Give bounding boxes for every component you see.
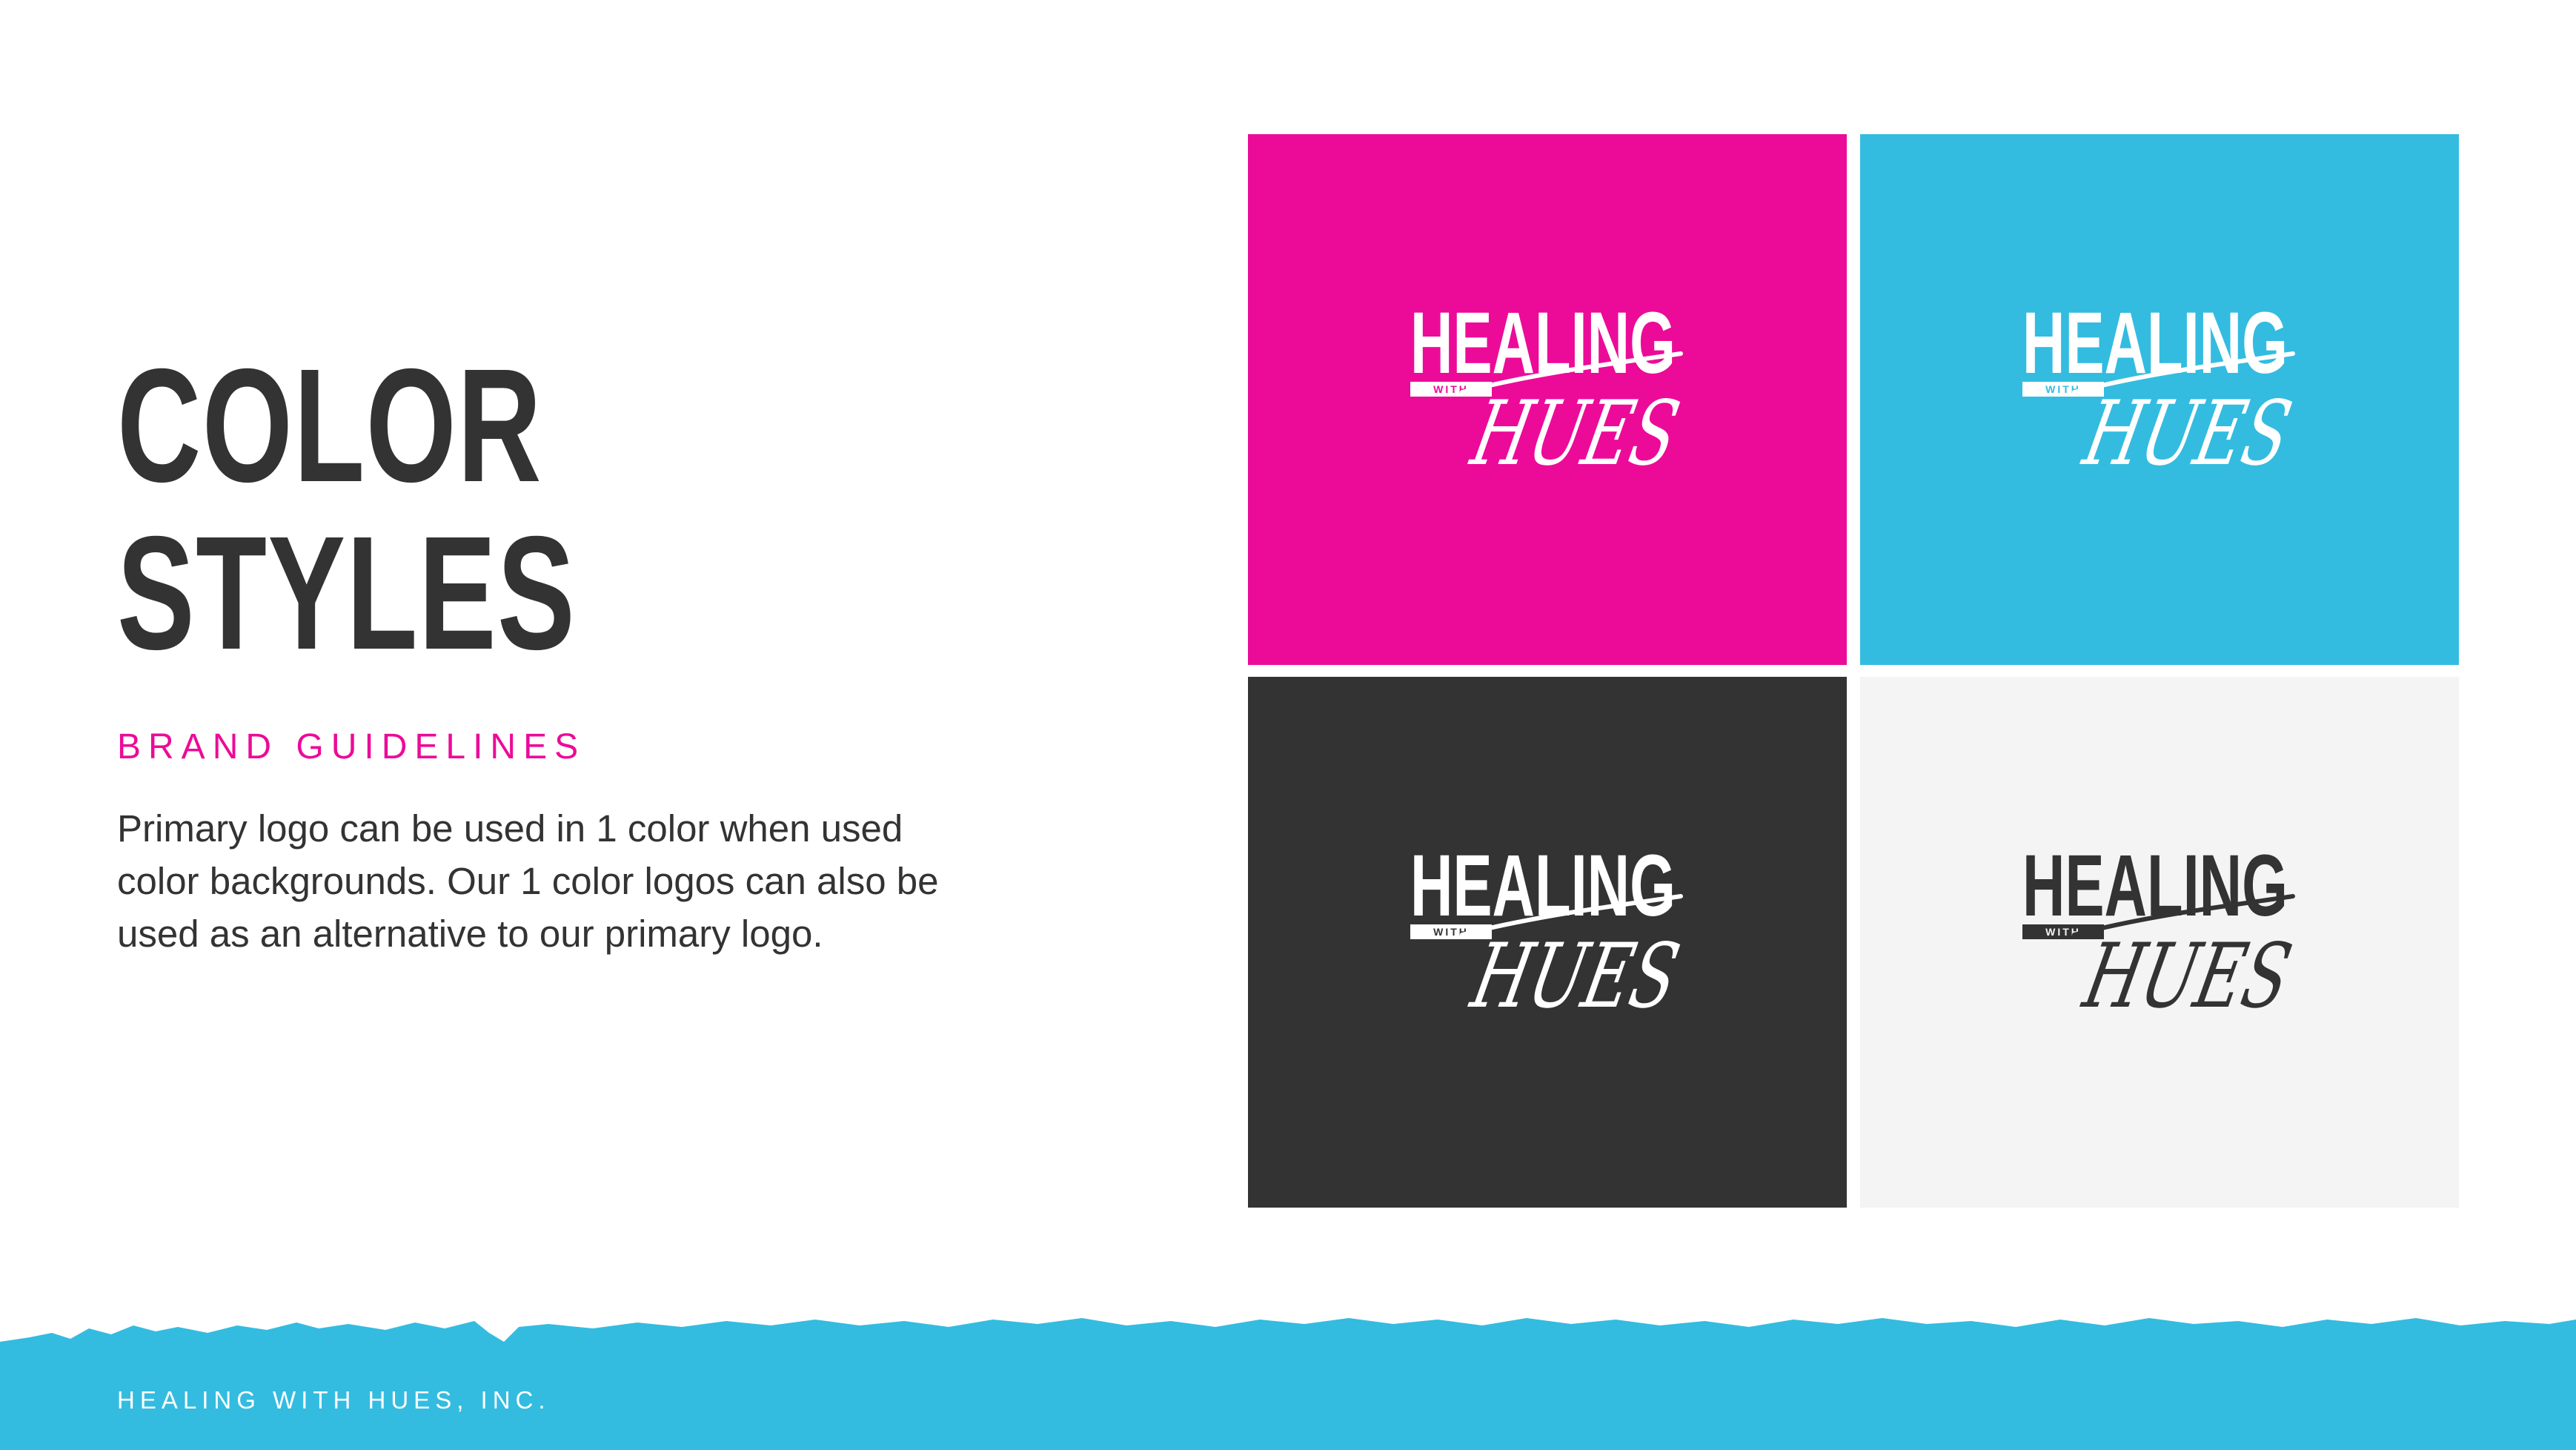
section-subtitle: BRAND GUIDELINES	[117, 727, 586, 767]
description-text: Primary logo can be used in 1 color when…	[117, 807, 939, 955]
healing-with-hues-logo: HEALING WITH HUES	[1410, 305, 1684, 490]
logo-word-healing: HEALING	[1410, 847, 1676, 935]
logo-word-hues: HUES	[1463, 381, 1684, 485]
logo-word-healing: HEALING	[2022, 305, 2288, 392]
page-title-line-2: STYLES	[117, 503, 577, 683]
logo-color-grid: HEALING WITH HUES HEALING WITH HUES HEAL…	[1248, 134, 2459, 1208]
logo-swatch-magenta: HEALING WITH HUES	[1248, 134, 1847, 665]
healing-with-hues-logo: HEALING WITH HUES	[2022, 847, 2297, 1033]
footer-band: HEALING WITH HUES, INC.	[0, 1312, 2576, 1450]
logo-word-hues: HUES	[2075, 381, 2297, 485]
logo-word-hues: HUES	[2075, 924, 2297, 1027]
logo-word-hues: HUES	[1463, 924, 1684, 1027]
brush-stroke-footer	[0, 1318, 2576, 1450]
logo-word-healing: HEALING	[1410, 305, 1676, 392]
logo-swatch-dark: HEALING WITH HUES	[1248, 677, 1847, 1208]
logo-swatch-cyan: HEALING WITH HUES	[1860, 134, 2459, 665]
page-title-line-1: COLOR	[117, 336, 542, 516]
healing-with-hues-logo: HEALING WITH HUES	[1410, 847, 1684, 1033]
logo-swatch-light: HEALING WITH HUES	[1860, 677, 2459, 1208]
footer-company-name: HEALING WITH HUES, INC.	[117, 1386, 551, 1414]
logo-word-healing: HEALING	[2022, 847, 2288, 935]
page-title: COLOR STYLES	[117, 342, 576, 678]
healing-with-hues-logo: HEALING WITH HUES	[2022, 305, 2297, 490]
